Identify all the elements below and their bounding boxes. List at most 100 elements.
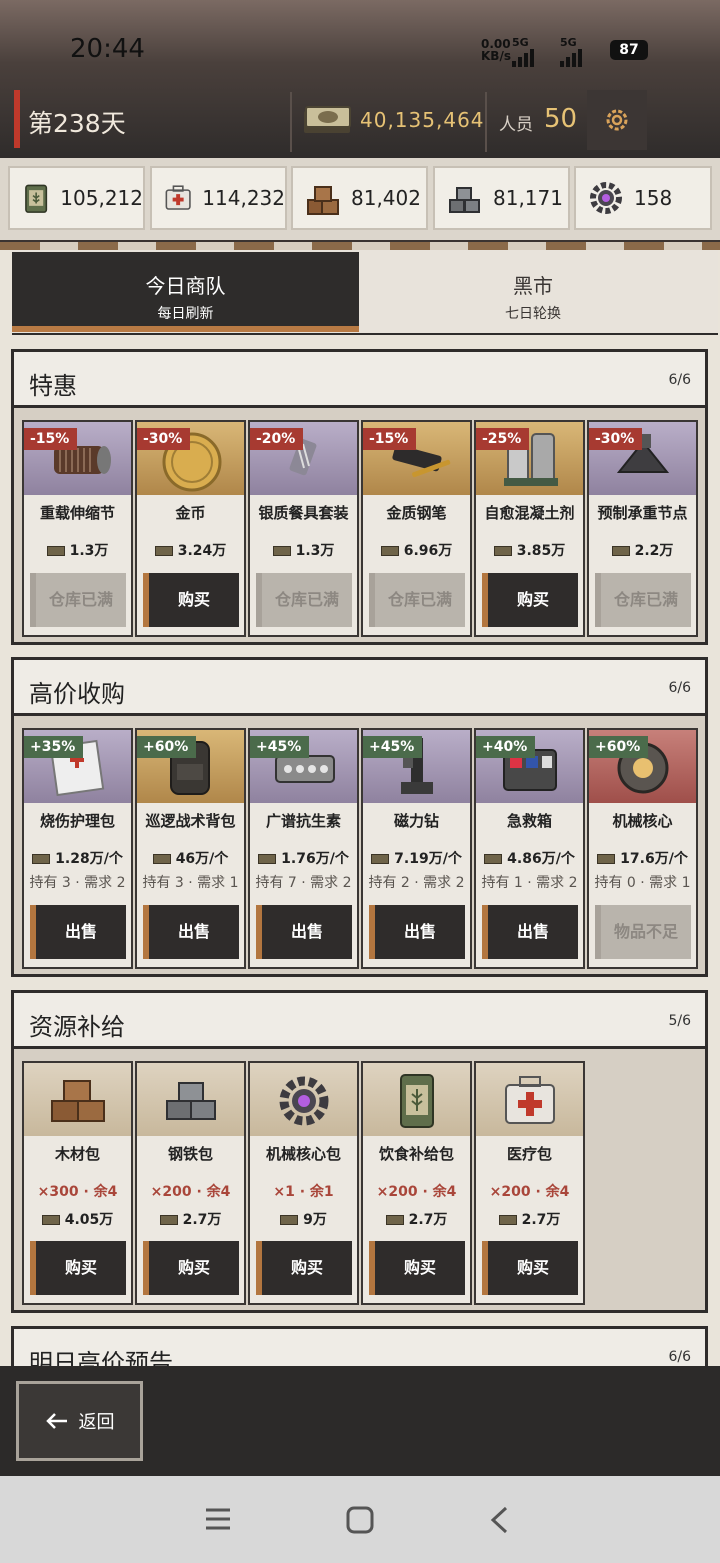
- item-name: 饮食补给包: [378, 1145, 454, 1163]
- discount-badge: -30%: [137, 428, 191, 450]
- tab-black-market[interactable]: 黑市 七日轮换: [360, 252, 706, 332]
- warehouse-full-button[interactable]: 仓库已满: [595, 573, 691, 627]
- buy-request-card[interactable]: +40% 急救箱 4.86万/个 持有 1 · 需求 2 出售: [474, 728, 585, 969]
- buy-request-card[interactable]: +45% 广谱抗生素 1.76万/个 持有 7 · 需求 2 出售: [248, 728, 359, 969]
- discount-badge: -15%: [363, 428, 417, 450]
- network-type: 5G: [560, 36, 577, 49]
- supply-card[interactable]: 饮食补给包 ×200 · 余4 2.7万 购买: [361, 1061, 472, 1305]
- item-quantity: ×200 · 余4: [489, 1184, 570, 1200]
- supply-card[interactable]: 机械核心包 ×1 · 余1 9万 购买: [248, 1061, 359, 1305]
- item-price: 2.2万: [589, 540, 696, 560]
- resource-wood[interactable]: 81,402: [291, 166, 428, 230]
- arrow-left-icon: [45, 1413, 67, 1429]
- wood-icon: [51, 1080, 105, 1122]
- mech-core-icon: [590, 182, 622, 214]
- settings-button[interactable]: [587, 90, 647, 150]
- tab-caravan[interactable]: 今日商队 每日刷新: [12, 252, 359, 332]
- resource-medical[interactable]: 114,232: [150, 166, 287, 230]
- buy-button[interactable]: 购买: [256, 1241, 352, 1295]
- medkit-icon: [505, 1076, 555, 1124]
- buy-button[interactable]: 购买: [482, 573, 578, 627]
- warehouse-full-button[interactable]: 仓库已满: [369, 573, 465, 627]
- cash-icon: [304, 106, 351, 133]
- staff-count: 50: [544, 104, 578, 134]
- section-count: 5/6: [668, 1013, 691, 1029]
- food-can-icon: [400, 1074, 434, 1128]
- signal-icon: 5G: [512, 36, 534, 67]
- section-high-buy: 高价收购 6/6 +35% 烧伤护理包 1.28万/个 持有 3 · 需求 2 …: [11, 657, 708, 977]
- resource-mech-core[interactable]: 158: [574, 166, 712, 230]
- home-icon[interactable]: [345, 1505, 375, 1535]
- price-value: 3.24万: [177, 543, 227, 559]
- buy-request-card[interactable]: +45% 磁力钻 7.19万/个 持有 2 · 需求 2 出售: [361, 728, 472, 969]
- section-supply: 资源补给 5/6 木材包 ×300 · 余4 4.05万 购买 钢铁包 ×200…: [11, 990, 708, 1313]
- steel-icon: [449, 187, 480, 213]
- buy-button[interactable]: 购买: [143, 573, 239, 627]
- cash-icon: [380, 546, 399, 556]
- cash-icon: [371, 854, 390, 864]
- discount-badge: -15%: [24, 428, 78, 450]
- buy-button[interactable]: 购买: [143, 1241, 239, 1295]
- supply-card[interactable]: 钢铁包 ×200 · 余4 2.7万 购买: [135, 1061, 246, 1305]
- menu-icon[interactable]: [204, 1506, 232, 1532]
- offer-card[interactable]: -15% 重载伸缩节 1.3万 仓库已满: [22, 420, 133, 637]
- item-name: 急救箱: [506, 812, 552, 830]
- price-value: 1.28万/个: [55, 851, 123, 867]
- offer-card[interactable]: -30% 金币 3.24万 购买: [135, 420, 246, 637]
- item-price: 4.05万: [24, 1209, 131, 1229]
- tab-title: 黑市: [513, 274, 553, 298]
- offer-card[interactable]: -20% 银质餐具套装 1.3万 仓库已满: [248, 420, 359, 637]
- supply-card[interactable]: 木材包 ×300 · 余4 4.05万 购买: [22, 1061, 133, 1305]
- resource-steel[interactable]: 81,171: [433, 166, 570, 230]
- price-value: 17.6万/个: [620, 851, 688, 867]
- item-price: 1.76万/个: [250, 848, 357, 868]
- price-value: 1.3万: [295, 543, 335, 559]
- buy-request-card[interactable]: +35% 烧伤护理包 1.28万/个 持有 3 · 需求 2 出售: [22, 728, 133, 969]
- sell-button[interactable]: 出售: [369, 905, 465, 959]
- buy-button[interactable]: 购买: [30, 1241, 126, 1295]
- item-quantity: ×200 · 余4: [376, 1184, 457, 1200]
- resource-food[interactable]: 105,212: [8, 166, 145, 230]
- tab-title: 今日商队: [145, 274, 226, 298]
- day-counter: 第238天: [28, 109, 126, 138]
- back-nav-icon[interactable]: [488, 1505, 512, 1535]
- resource-value: 105,212: [60, 186, 143, 210]
- warehouse-full-button[interactable]: 仓库已满: [30, 573, 126, 627]
- item-price: 6.96万: [363, 540, 470, 560]
- sell-button[interactable]: 出售: [256, 905, 352, 959]
- item-name: 广谱抗生素: [265, 812, 341, 830]
- offer-card[interactable]: -30% 预制承重节点 2.2万 仓库已满: [587, 420, 698, 637]
- price-value: 1.3万: [69, 543, 109, 559]
- item-name: 银质餐具套装: [258, 504, 349, 522]
- premium-badge: +45%: [250, 736, 310, 758]
- cash-icon: [152, 854, 171, 864]
- section-header: 高价收购 6/6: [14, 660, 705, 716]
- supply-card[interactable]: 医疗包 ×200 · 余4 2.7万 购买: [474, 1061, 585, 1305]
- buy-button[interactable]: 购买: [482, 1241, 578, 1295]
- discount-badge: -20%: [250, 428, 304, 450]
- insufficient-items-button[interactable]: 物品不足: [595, 905, 691, 959]
- sell-button[interactable]: 出售: [143, 905, 239, 959]
- item-name: 磁力钻: [393, 812, 439, 830]
- tab-underline: [12, 333, 718, 335]
- buy-request-card[interactable]: +60% 巡逻战术背包 46万/个 持有 3 · 需求 1 出售: [135, 728, 246, 969]
- buy-button[interactable]: 购买: [369, 1241, 465, 1295]
- back-button[interactable]: 返回: [16, 1381, 143, 1461]
- sell-button[interactable]: 出售: [482, 905, 578, 959]
- cash-icon: [41, 1215, 60, 1225]
- item-price: 2.7万: [363, 1209, 470, 1229]
- item-price: 4.86万/个: [476, 848, 583, 868]
- divider: [290, 92, 292, 152]
- signal-icon: 5G: [560, 36, 582, 67]
- item-name: 金质钢笔: [386, 504, 447, 522]
- buy-request-card[interactable]: +60% 机械核心 17.6万/个 持有 0 · 需求 1 物品不足: [587, 728, 698, 969]
- sell-button[interactable]: 出售: [30, 905, 126, 959]
- item-price: 17.6万/个: [589, 848, 696, 868]
- premium-badge: +45%: [363, 736, 423, 758]
- item-price: 7.19万/个: [363, 848, 470, 868]
- item-name: 机械核心: [612, 812, 673, 830]
- item-name: 重载伸缩节: [39, 504, 115, 522]
- offer-card[interactable]: -25% 自愈混凝土剂 3.85万 购买: [474, 420, 585, 637]
- offer-card[interactable]: -15% 金质钢笔 6.96万 仓库已满: [361, 420, 472, 637]
- warehouse-full-button[interactable]: 仓库已满: [256, 573, 352, 627]
